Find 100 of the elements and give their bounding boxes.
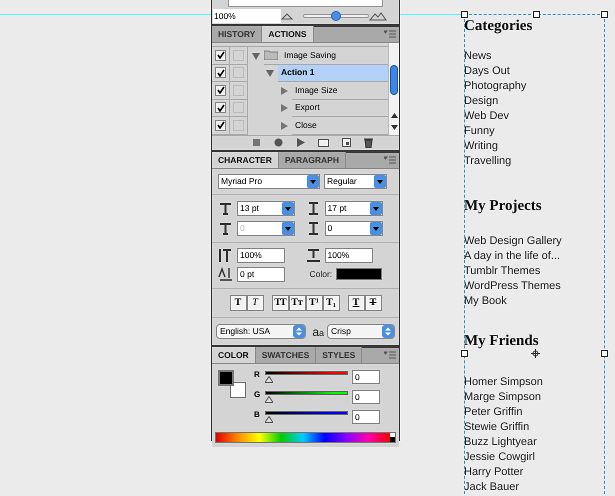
scrollbar[interactable] bbox=[388, 43, 399, 134]
resize-handle[interactable] bbox=[461, 350, 468, 357]
sidebar-link[interactable]: Travelling bbox=[464, 154, 604, 169]
sidebar-link[interactable]: Web Design Gallery bbox=[464, 234, 604, 249]
caret-icon bbox=[307, 174, 319, 188]
color-swatch[interactable] bbox=[336, 268, 382, 280]
type-style-button[interactable]: T¹ bbox=[306, 294, 322, 310]
resize-handle[interactable] bbox=[601, 350, 608, 357]
horizontal-scale-icon bbox=[306, 248, 320, 262]
scroll-thumb[interactable] bbox=[390, 65, 398, 95]
checkmark-icon bbox=[216, 104, 224, 112]
expand-down-icon[interactable] bbox=[266, 69, 274, 78]
sidebar-link[interactable]: Web Dev bbox=[464, 109, 604, 124]
resize-handle[interactable] bbox=[461, 11, 468, 18]
panel-tab[interactable]: HISTORY bbox=[212, 26, 262, 42]
sidebar-link[interactable]: Peter Griffin bbox=[464, 405, 604, 420]
resize-handle[interactable] bbox=[601, 11, 608, 18]
panel-tab[interactable]: SWATCHES bbox=[256, 346, 316, 362]
sidebar-link[interactable]: Homer Simpson bbox=[464, 375, 604, 390]
trash-icon bbox=[364, 138, 373, 148]
slider-thumb[interactable] bbox=[265, 416, 273, 422]
checkbox[interactable] bbox=[215, 84, 226, 96]
menu-icon[interactable] bbox=[384, 30, 396, 38]
sidebar-link[interactable]: Tumblr Themes bbox=[464, 264, 604, 279]
scroll-down-icon[interactable] bbox=[390, 124, 398, 130]
sidebar-link[interactable]: Stewie Griffin bbox=[464, 420, 604, 435]
dropdown[interactable]: Regular bbox=[324, 174, 387, 188]
slider-thumb[interactable] bbox=[265, 396, 273, 402]
sidebar-link[interactable]: A day in the life of... bbox=[464, 249, 604, 264]
sidebar-link[interactable]: Writing bbox=[464, 139, 604, 154]
channel-label: G bbox=[254, 390, 262, 398]
expand-right-icon[interactable] bbox=[280, 86, 288, 95]
expand-right-icon[interactable] bbox=[280, 122, 288, 130]
panel-tab[interactable]: COLOR bbox=[212, 346, 256, 362]
panel-tab[interactable]: CHARACTER bbox=[212, 152, 279, 168]
input-field[interactable]: 100% bbox=[324, 248, 372, 262]
dropdown[interactable]: 13 pt bbox=[237, 200, 295, 216]
sidebar-link[interactable]: Harry Potter bbox=[464, 465, 604, 480]
scroll-up-icon[interactable] bbox=[390, 112, 398, 118]
dropdown[interactable]: Crisp bbox=[327, 324, 395, 339]
dropdown[interactable]: Myriad Pro bbox=[218, 174, 320, 188]
sidebar-link[interactable]: WordPress Themes bbox=[464, 279, 604, 294]
dropdown[interactable]: 0 bbox=[324, 220, 382, 236]
checkbox[interactable] bbox=[215, 120, 226, 131]
caret-icon bbox=[282, 222, 294, 234]
slider-thumb[interactable] bbox=[265, 376, 273, 382]
type-style-button[interactable]: T bbox=[364, 294, 382, 310]
sidebar-link[interactable]: Jessie Cowgirl bbox=[464, 450, 604, 465]
sidebar-link[interactable]: Funny bbox=[464, 124, 604, 139]
input-field[interactable]: 0 bbox=[352, 390, 380, 404]
panel-tab[interactable]: STYLES bbox=[316, 346, 362, 362]
sidebar-link[interactable]: Design bbox=[464, 94, 604, 109]
folder-icon bbox=[264, 50, 278, 60]
expand-down-icon[interactable] bbox=[252, 52, 260, 60]
input-field[interactable]: 100% bbox=[237, 248, 285, 262]
type-style-button[interactable]: T₁ bbox=[322, 294, 340, 310]
slider-thumb[interactable] bbox=[331, 11, 341, 21]
input-field[interactable]: 0 bbox=[352, 410, 380, 424]
input-field[interactable]: 0 bbox=[352, 370, 380, 384]
action-row[interactable]: Action 1 bbox=[278, 64, 388, 82]
dialog-toggle[interactable] bbox=[233, 84, 244, 96]
color-label: Color: bbox=[310, 268, 332, 280]
sidebar-link[interactable]: Buzz Lightyear bbox=[464, 435, 604, 450]
dialog-toggle[interactable] bbox=[233, 102, 244, 114]
input-field[interactable]: 0 pt bbox=[237, 266, 285, 282]
dialog-toggle[interactable] bbox=[233, 67, 244, 78]
dialog-toggle[interactable] bbox=[233, 120, 244, 131]
sidebar-link[interactable]: News bbox=[464, 49, 604, 64]
sidebar-link[interactable]: Days Out bbox=[464, 64, 604, 79]
foreground-swatch[interactable] bbox=[218, 370, 234, 386]
sidebar-link[interactable]: Photography bbox=[464, 79, 604, 94]
menu-icon[interactable] bbox=[384, 350, 396, 358]
zoom-field[interactable]: 100% bbox=[213, 9, 281, 23]
type-style-button[interactable]: Tт bbox=[288, 294, 306, 310]
sidebar-link[interactable]: Marge Simpson bbox=[464, 390, 604, 405]
stepper-icon bbox=[293, 325, 306, 338]
type-style-button[interactable]: T bbox=[230, 294, 246, 310]
checkmark-icon bbox=[216, 121, 224, 130]
panel-tab[interactable]: PARAGRAPH bbox=[278, 152, 346, 168]
dropdown[interactable]: English: USA bbox=[216, 324, 306, 339]
background-swatch[interactable] bbox=[230, 382, 246, 398]
sidebar-link[interactable]: Jack Bauer bbox=[464, 480, 604, 495]
expand-right-icon[interactable] bbox=[280, 104, 288, 112]
folder-icon bbox=[318, 138, 329, 147]
color-spectrum[interactable] bbox=[215, 432, 396, 442]
checkbox[interactable] bbox=[215, 50, 226, 61]
menu-icon[interactable] bbox=[384, 156, 396, 164]
type-style-button[interactable]: T bbox=[246, 294, 264, 310]
checkbox[interactable] bbox=[215, 102, 226, 114]
checkbox[interactable] bbox=[215, 67, 226, 78]
type-style-button[interactable]: T bbox=[348, 294, 364, 310]
new-item-icon bbox=[342, 138, 351, 147]
panel-tab[interactable]: ACTIONS bbox=[262, 26, 314, 42]
type-style-button[interactable]: TT bbox=[272, 294, 288, 310]
sidebar-link[interactable]: My Book bbox=[464, 294, 604, 309]
dialog-toggle[interactable] bbox=[233, 50, 244, 61]
resize-handle[interactable] bbox=[533, 11, 540, 18]
kerning-icon bbox=[218, 220, 233, 236]
zoom-slider[interactable] bbox=[303, 11, 369, 21]
dropdown[interactable]: 17 pt bbox=[324, 200, 382, 216]
